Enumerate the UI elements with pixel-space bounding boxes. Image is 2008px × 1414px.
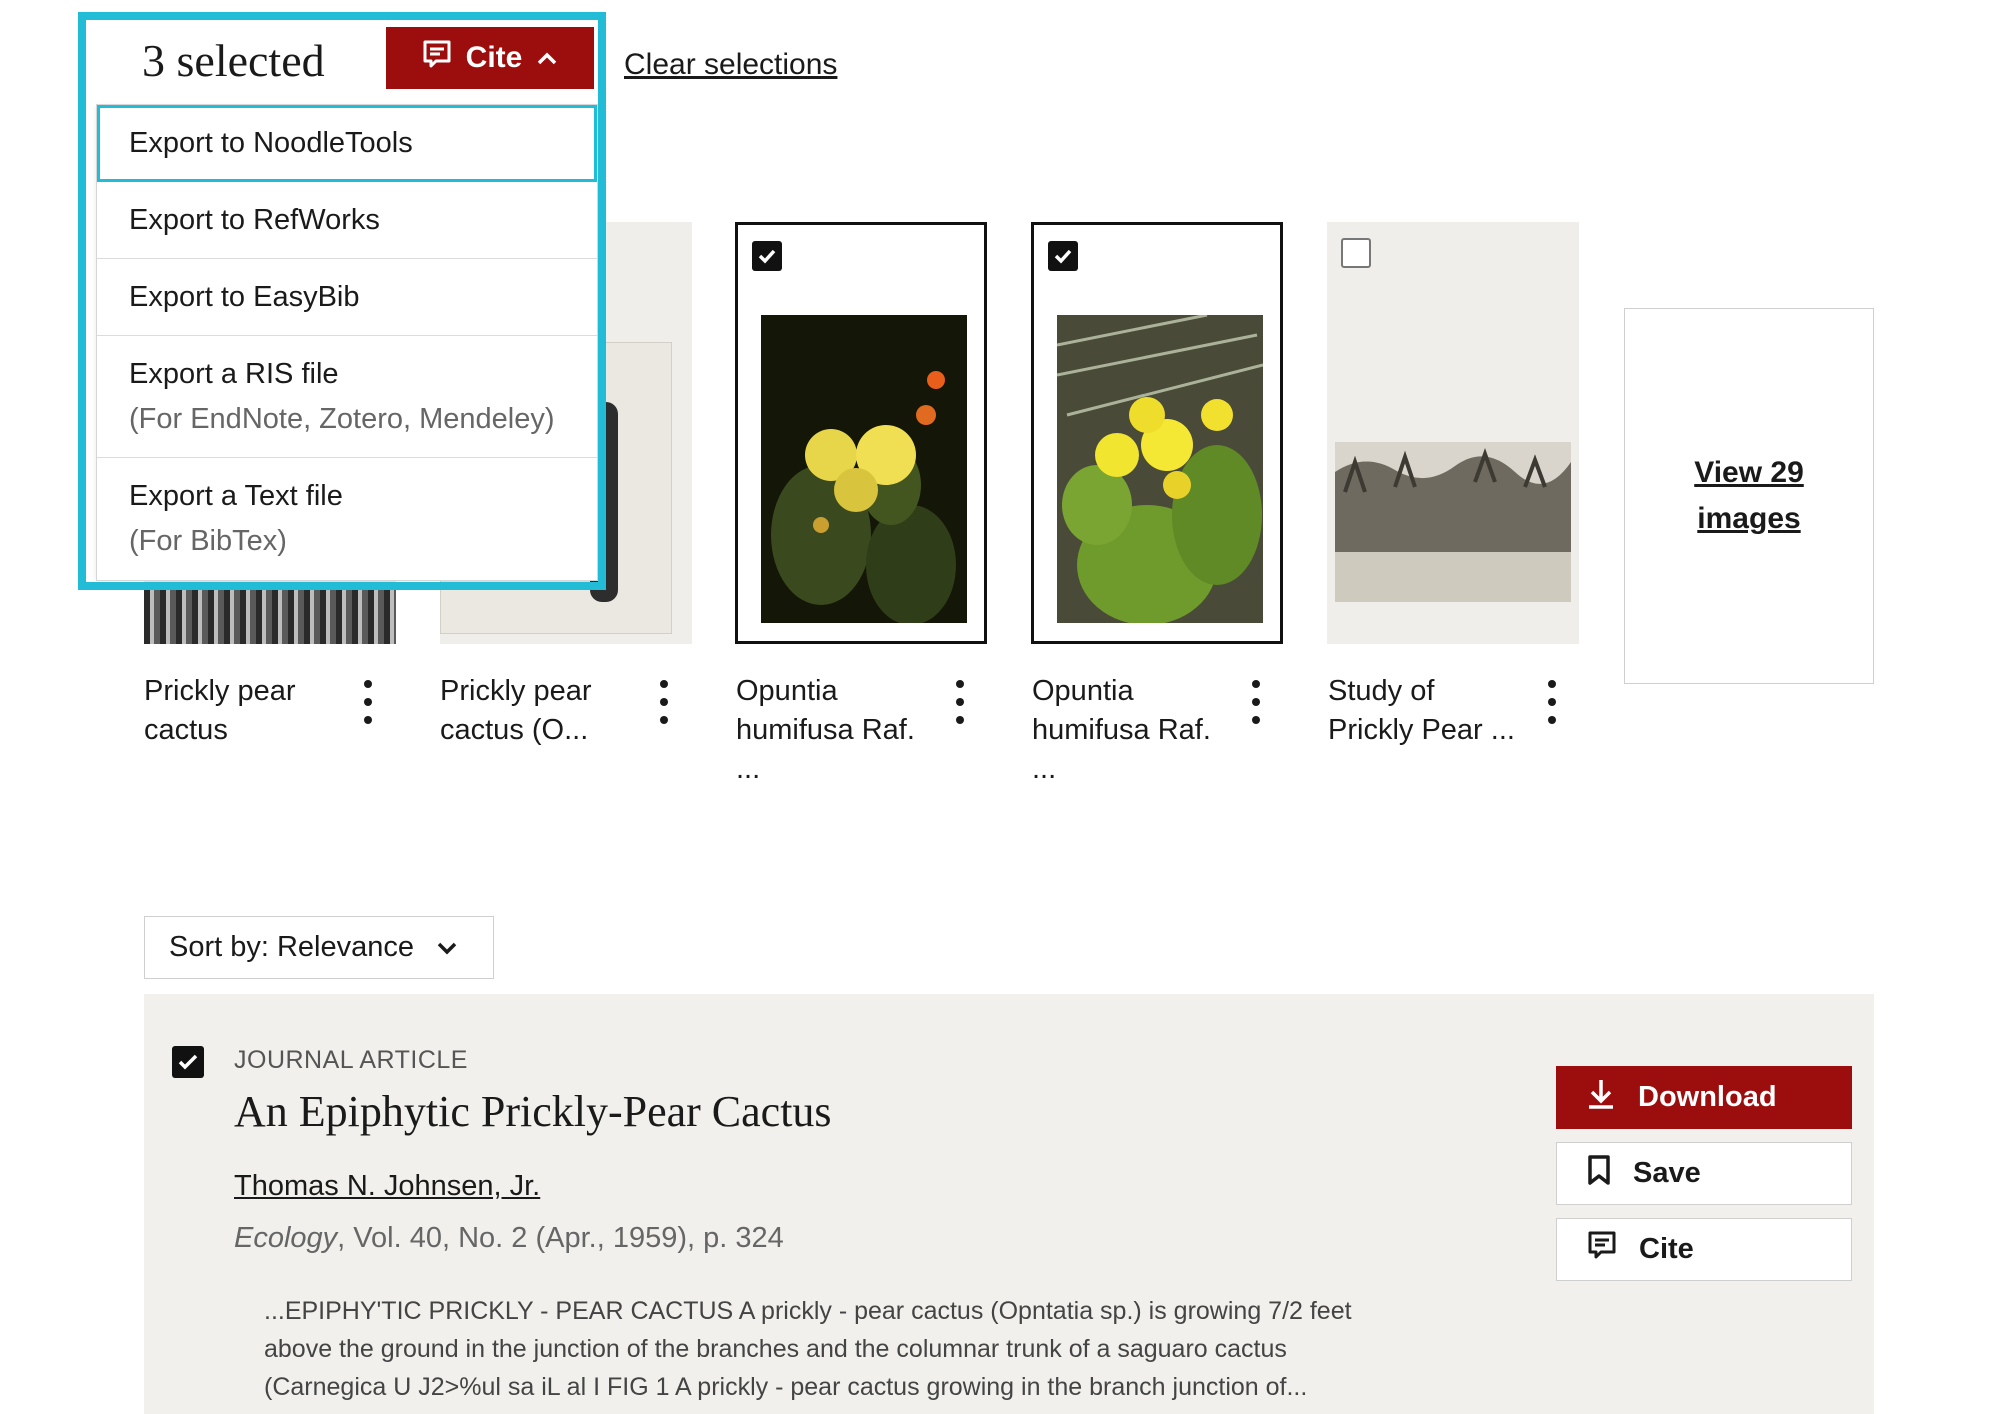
snippet-line: (Carnegica U J2>%ul sa iL al I FIG 1 A p…: [264, 1373, 1308, 1401]
view-all-images-card[interactable]: View 29 images: [1624, 308, 1874, 684]
snippet-line: ...EPIPHY'TIC PRICKLY - PEAR CACTUS A pr…: [264, 1297, 1352, 1325]
view-all-images-link[interactable]: View 29 images: [1689, 450, 1809, 542]
thumbnail-photo: [761, 315, 967, 625]
image-card-thumbnail[interactable]: [735, 222, 987, 644]
result-snippet: ...EPIPHY'TIC PRICKLY - PEAR CACTUS A pr…: [264, 1292, 1464, 1406]
menu-item-label: Export to RefWorks: [129, 203, 380, 236]
result-author-link[interactable]: Thomas N. Johnsen, Jr.: [234, 1170, 540, 1203]
save-button[interactable]: Save: [1556, 1142, 1852, 1205]
chevron-up-icon: [536, 41, 558, 75]
more-options-icon[interactable]: [358, 680, 378, 724]
menu-item-label: Export a Text file: [129, 480, 343, 512]
image-select-checkbox[interactable]: [752, 241, 782, 271]
sort-label: Sort by: Relevance: [169, 931, 415, 963]
sort-dropdown[interactable]: Sort by: Relevance: [144, 916, 494, 979]
result-journal-name: Ecology: [234, 1222, 338, 1254]
thumbnail-photo: [1335, 442, 1571, 602]
image-card-title[interactable]: Opuntia humifusa Raf. ...: [1032, 672, 1242, 789]
more-options-icon[interactable]: [654, 680, 674, 724]
download-icon: [1586, 1078, 1616, 1118]
menu-item-export-refworks[interactable]: Export to RefWorks: [97, 182, 597, 259]
more-options-icon[interactable]: [1246, 680, 1266, 724]
search-result-item: JOURNAL ARTICLE An Epiphytic Prickly-Pea…: [144, 994, 1874, 1414]
menu-item-export-noodletools[interactable]: Export to NoodleTools: [97, 105, 597, 182]
menu-item-export-easybib[interactable]: Export to EasyBib: [97, 259, 597, 336]
bookmark-icon: [1587, 1154, 1611, 1194]
image-card-title[interactable]: Prickly pear cactus (O...: [440, 672, 650, 750]
cite-icon: [422, 39, 452, 77]
menu-item-sublabel: (For EndNote, Zotero, Mendeley): [129, 402, 555, 435]
menu-item-sublabel: (For BibTex): [129, 525, 287, 557]
result-source-details: , Vol. 40, No. 2 (Apr., 1959), p. 324: [337, 1222, 784, 1254]
image-card-title[interactable]: Study of Prickly Pear ...: [1328, 672, 1538, 750]
image-card-thumbnail[interactable]: [1031, 222, 1283, 644]
menu-item-label: Export a RIS file: [129, 357, 339, 390]
cite-button[interactable]: Cite: [1556, 1218, 1852, 1281]
image-card-title[interactable]: Opuntia humifusa Raf. ...: [736, 672, 946, 789]
selected-count: 3 selected: [142, 35, 325, 86]
cite-dropdown-button[interactable]: Cite: [386, 27, 594, 89]
result-title-link[interactable]: An Epiphytic Prickly-Pear Cactus: [234, 1086, 832, 1137]
menu-item-label: Export to NoodleTools: [129, 126, 413, 159]
thumbnail-photo: [144, 584, 396, 644]
cite-icon: [1587, 1230, 1617, 1270]
snippet-line: above the ground in the junction of the …: [264, 1335, 1287, 1363]
cite-button-label: Cite: [465, 41, 523, 74]
image-card-thumbnail[interactable]: [1327, 222, 1579, 644]
thumbnail-photo: [1056, 313, 1264, 625]
result-content-type: JOURNAL ARTICLE: [234, 1046, 468, 1074]
save-button-label: Save: [1633, 1157, 1701, 1189]
clear-selections-link[interactable]: Clear selections: [624, 48, 837, 82]
cite-button-label: Cite: [1639, 1233, 1694, 1265]
chevron-down-icon: [436, 931, 458, 964]
image-card-title[interactable]: Prickly pear cactus: [144, 672, 354, 750]
download-button[interactable]: Download: [1556, 1066, 1852, 1129]
menu-item-export-text[interactable]: Export a Text file (For BibTex): [97, 458, 597, 580]
menu-item-export-ris[interactable]: Export a RIS file (For EndNote, Zotero, …: [97, 336, 597, 458]
download-button-label: Download: [1638, 1081, 1777, 1113]
image-select-checkbox[interactable]: [1341, 238, 1371, 268]
result-source: Ecology, Vol. 40, No. 2 (Apr., 1959), p.…: [234, 1222, 784, 1255]
image-select-checkbox[interactable]: [1048, 241, 1078, 271]
more-options-icon[interactable]: [950, 680, 970, 724]
menu-item-label: Export to EasyBib: [129, 280, 360, 313]
more-options-icon[interactable]: [1542, 680, 1562, 724]
cite-menu: Export to NoodleTools Export to RefWorks…: [96, 104, 598, 581]
result-select-checkbox[interactable]: [172, 1046, 204, 1078]
